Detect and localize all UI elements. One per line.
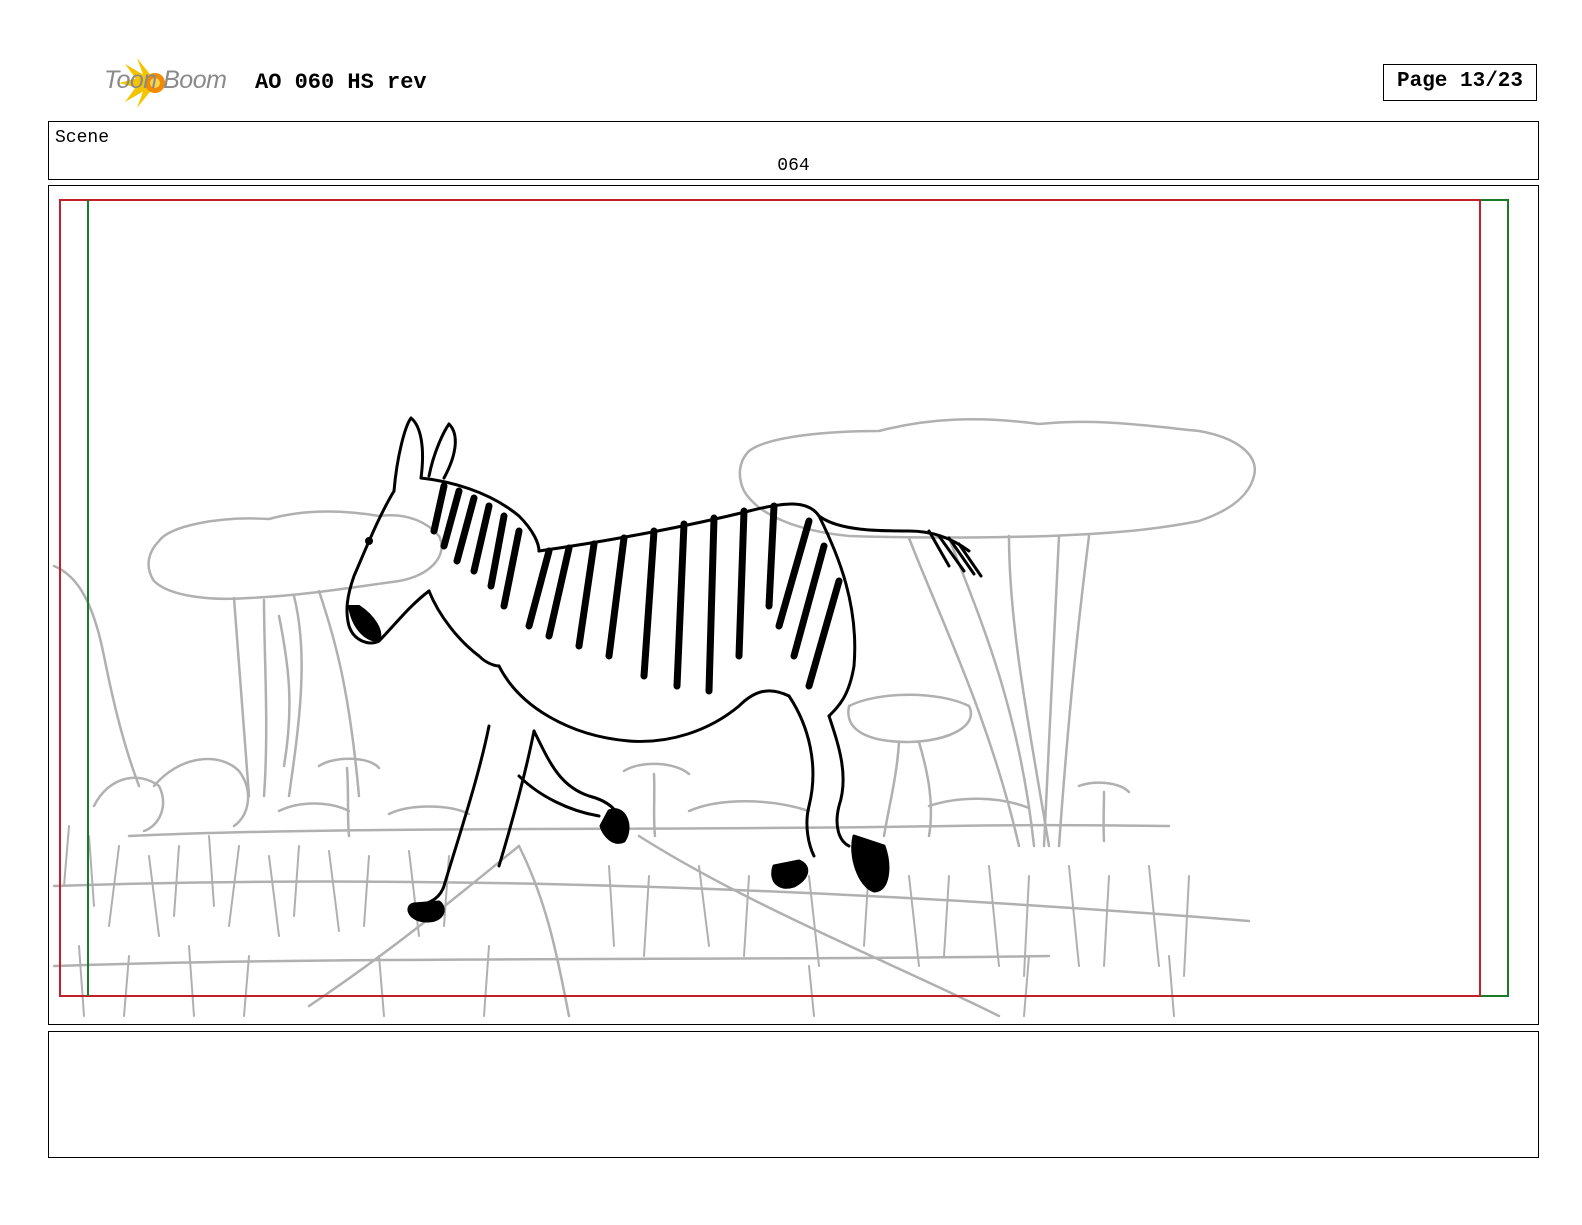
scene-header-box: Scene 064 — [48, 121, 1539, 180]
action-frame-right-guide — [1481, 199, 1509, 997]
savanna-background-sketch — [52, 418, 1256, 1018]
logo-wordmark: Toon Boom — [104, 66, 227, 94]
panel-drawing — [52, 199, 1509, 1018]
page-indicator: Page 13/23 — [1383, 64, 1537, 101]
scene-label: Scene — [55, 128, 110, 148]
panel-notes-box — [48, 1031, 1539, 1158]
zebra-sketch — [345, 416, 983, 923]
scene-number: 064 — [777, 156, 810, 176]
document-title: AO 060 HS rev — [255, 70, 427, 95]
storyboard-panel — [48, 185, 1539, 1025]
